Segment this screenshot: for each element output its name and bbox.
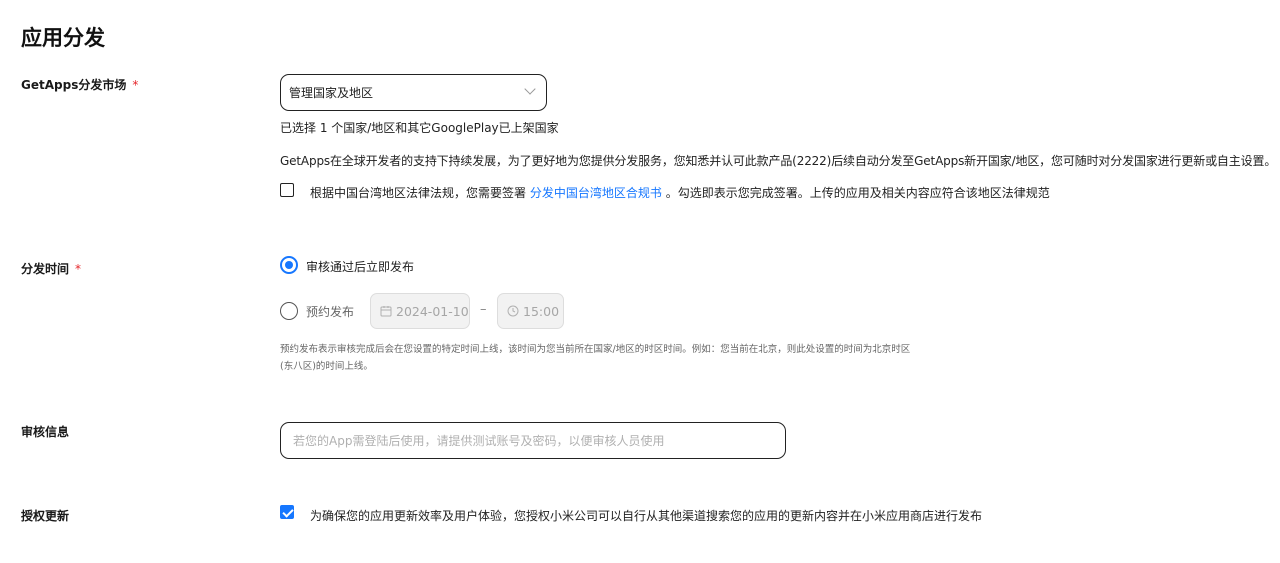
release-time-label: 分发时间 * — [21, 260, 81, 277]
time-picker-value: 15:00 — [523, 304, 560, 319]
country-region-select[interactable]: 管理国家及地区 — [280, 74, 547, 111]
auth-update-checkbox[interactable] — [280, 505, 294, 519]
taiwan-compliance-link[interactable]: 分发中国台湾地区合规书 — [530, 186, 662, 200]
selected-countries-summary: 已选择 1 个国家/地区和其它GooglePlay已上架国家 — [280, 121, 559, 135]
release-time-label-text: 分发时间 — [21, 262, 70, 276]
market-label: GetApps分发市场 * — [21, 76, 138, 93]
required-mark: * — [132, 78, 139, 92]
taiwan-text-after: 。勾选即表示您完成签署。上传的应用及相关内容应符合该地区法律规范 — [665, 186, 1050, 200]
chevron-down-icon — [524, 83, 536, 95]
date-time-separator: – — [480, 302, 487, 317]
taiwan-agreement-checkbox[interactable] — [280, 183, 294, 197]
country-region-select-value: 管理国家及地区 — [289, 86, 374, 100]
radio-scheduled-release[interactable] — [280, 302, 298, 320]
page-title: 应用分发 — [21, 26, 105, 50]
market-description: GetApps在全球开发者的支持下持续发展，为了更好地为您提供分发服务，您知悉并… — [280, 154, 1277, 168]
auth-update-text: 为确保您的应用更新效率及用户体验，您授权小米公司可以自行从其他渠道搜索您的应用的… — [310, 509, 983, 523]
market-label-text: GetApps分发市场 — [21, 78, 127, 92]
radio-immediate-release[interactable] — [280, 256, 298, 274]
date-picker-value: 2024-01-10 — [396, 304, 469, 319]
radio-immediate-release-label[interactable]: 审核通过后立即发布 — [306, 258, 414, 275]
scheduled-release-note-line1: 预约发布表示审核完成后会在您设置的特定时间上线，该时间为您当前所在国家/地区的时… — [280, 344, 911, 355]
time-picker[interactable]: 15:00 — [497, 293, 564, 329]
date-picker[interactable]: 2024-01-10 — [370, 293, 470, 329]
scheduled-release-note-line2: (东八区)的时间上线。 — [280, 361, 373, 372]
taiwan-text-before: 根据中国台湾地区法律法规，您需要签署 — [310, 186, 527, 200]
taiwan-agreement-text: 根据中国台湾地区法律法规，您需要签署 分发中国台湾地区合规书 。勾选即表示您完成… — [310, 184, 1050, 201]
calendar-icon — [380, 306, 392, 317]
auth-update-label: 授权更新 — [21, 509, 70, 523]
clock-icon — [507, 305, 519, 317]
radio-scheduled-release-label[interactable]: 预约发布 — [306, 303, 354, 320]
review-info-input[interactable] — [280, 422, 786, 459]
required-mark: * — [75, 262, 82, 276]
review-info-label: 审核信息 — [21, 425, 70, 439]
